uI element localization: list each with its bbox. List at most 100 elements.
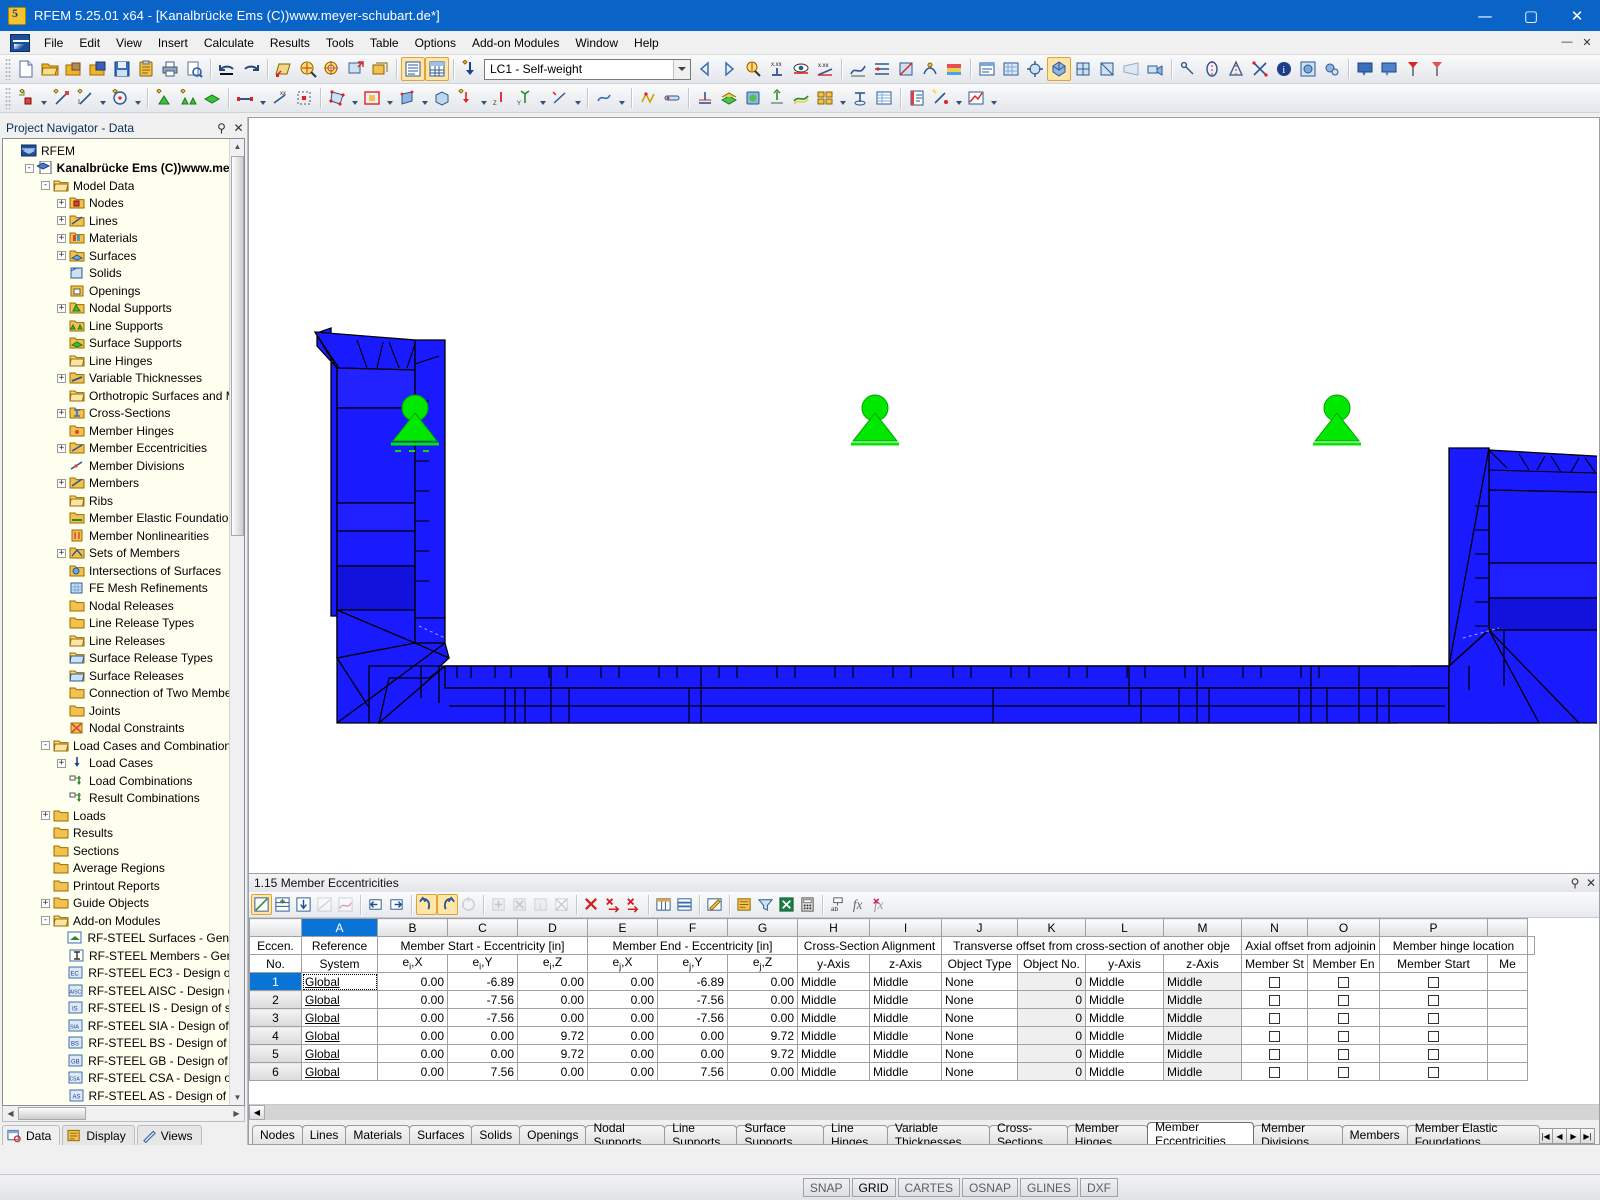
table-tab-nodes[interactable]: Nodes	[252, 1125, 303, 1144]
table-tab-surfaces[interactable]: Surfaces	[409, 1125, 473, 1144]
collapse-toggle-icon[interactable]: -	[24, 163, 34, 173]
table-function-button[interactable]: fx	[848, 894, 869, 915]
table-filter-button[interactable]	[755, 894, 776, 915]
cell-ej-x[interactable]: 0.00	[587, 1026, 658, 1045]
cell-axial-offset-start-checkbox[interactable]	[1241, 990, 1308, 1009]
tab-nav-button-3[interactable]: ▶|	[1580, 1128, 1595, 1144]
display-results-icon[interactable]	[789, 57, 813, 81]
new-solid-icon[interactable]	[395, 86, 419, 110]
cell-cs-align-y[interactable]: Middle	[797, 1026, 870, 1045]
cell-object-no[interactable]: 0	[1017, 1062, 1086, 1081]
result-section-icon[interactable]	[848, 86, 872, 110]
table-row[interactable]: 1 Global 0.00 -6.89 0.00 0.00 -6.89 0.00 Middle M…	[249, 972, 1535, 991]
cell-axial-offset-start-checkbox[interactable]	[1241, 972, 1308, 991]
reference-system-cell[interactable]: Global	[301, 1044, 378, 1063]
hscroll-thumb[interactable]	[18, 1107, 86, 1120]
cell-cs-align-y[interactable]: Middle	[797, 1008, 870, 1027]
cell-hinge-member-start-checkbox[interactable]	[1379, 1008, 1488, 1027]
tree-item-kanalbr-cke-ems-c-www-meyer[interactable]: - Kanalbrücke Ems (C))www.meyer	[7, 160, 244, 178]
cell-object-no[interactable]: 0	[1017, 1008, 1086, 1027]
column-header-E[interactable]: E	[587, 918, 658, 937]
tree-item-nodes[interactable]: + Nodes	[7, 195, 244, 213]
menu-help[interactable]: Help	[626, 33, 667, 53]
table-tab-members[interactable]: Members	[1341, 1125, 1408, 1144]
cell-ej-y[interactable]: -7.56	[657, 990, 728, 1009]
view-iso-icon[interactable]	[1047, 57, 1071, 81]
new-file-button[interactable]	[14, 57, 38, 81]
results-surface-icon[interactable]	[717, 86, 741, 110]
tree-item-rf-steel-aisc-design-of-s[interactable]: AISC RF-STEEL AISC - Design of s	[7, 982, 244, 1000]
cell-axial-offset-start-checkbox[interactable]	[1241, 1062, 1308, 1081]
table-prev-page-button[interactable]	[365, 894, 386, 915]
status-toggle-osnap[interactable]: OSNAP	[961, 1178, 1018, 1197]
tree-item-variable-thicknesses[interactable]: + Variable Thicknesses	[7, 370, 244, 388]
reference-system-cell[interactable]: Global	[301, 1026, 378, 1045]
select-object-icon[interactable]	[272, 57, 296, 81]
view-yz-icon[interactable]	[1095, 57, 1119, 81]
cell-ei-x[interactable]: 0.00	[377, 1026, 448, 1045]
table-undo-button[interactable]	[416, 894, 437, 915]
table-tab-cross-sections[interactable]: Cross-Sections	[988, 1121, 1068, 1144]
tree-item-model-data[interactable]: - Model Data	[7, 177, 244, 195]
table-tab-member-elastic-foundations[interactable]: Member Elastic Foundations	[1406, 1121, 1540, 1144]
cell-ei-y[interactable]: -6.89	[447, 972, 518, 991]
reference-system-cell[interactable]: Global	[301, 1008, 378, 1027]
cell-ei-y[interactable]: 7.56	[447, 1062, 518, 1081]
cell-overflow[interactable]	[1487, 972, 1528, 991]
new-line-support-icon[interactable]	[176, 86, 200, 110]
cell-cs-align-z[interactable]: Middle	[869, 990, 942, 1009]
column-header-N[interactable]: N	[1241, 918, 1308, 937]
expand-toggle-icon[interactable]: +	[57, 303, 66, 313]
save-button[interactable]	[110, 57, 134, 81]
new-surface-support-icon[interactable]	[200, 86, 224, 110]
open-model-button[interactable]	[86, 57, 110, 81]
new-line-dimension-icon[interactable]: I	[73, 86, 97, 110]
intersect-icon[interactable]	[1248, 57, 1272, 81]
new-node-icon[interactable]	[14, 86, 38, 110]
cell-ej-z[interactable]: 0.00	[727, 972, 798, 991]
cell-ei-x[interactable]: 0.00	[377, 1008, 448, 1027]
new-line-icon[interactable]	[49, 86, 73, 110]
tree-item-member-elastic-foundation[interactable]: Member Elastic Foundation	[7, 510, 244, 528]
cell-ej-x[interactable]: 0.00	[587, 1062, 658, 1081]
row-number-cell[interactable]: 3	[249, 1008, 302, 1027]
status-toggle-snap[interactable]: SNAP	[802, 1178, 850, 1197]
tab-nav-button-1[interactable]: ◀	[1552, 1128, 1567, 1144]
cell-object-type[interactable]: None	[941, 990, 1018, 1009]
menu-table[interactable]: Table	[362, 33, 407, 53]
column-header-L[interactable]: L	[1085, 918, 1164, 937]
column-header-A[interactable]: A	[301, 918, 378, 937]
scroll-thumb[interactable]	[231, 156, 244, 536]
show-grid-table-button[interactable]	[425, 57, 449, 81]
table-chart-button[interactable]	[335, 894, 356, 915]
cell-ei-y[interactable]: -7.56	[447, 990, 518, 1009]
zoom-selection-icon[interactable]	[344, 57, 368, 81]
chevron-down-icon[interactable]	[478, 86, 489, 110]
table-ab-button[interactable]: ab	[827, 894, 848, 915]
member-hinge-icon[interactable]	[636, 86, 660, 110]
table-delete-all-button[interactable]	[581, 894, 602, 915]
table-close-icon[interactable]: ✕	[1583, 876, 1599, 890]
table-row[interactable]: 4 Global 0.00 0.00 9.72 0.00 0.00 9.72 Middle Mid…	[249, 1026, 1535, 1045]
menu-window[interactable]: Window	[567, 33, 626, 53]
pin-marker-icon[interactable]	[1401, 57, 1425, 81]
tree-item-orthotropic-surfaces-and-m[interactable]: Orthotropic Surfaces and M	[7, 387, 244, 405]
expand-toggle-icon[interactable]: +	[57, 251, 66, 261]
tree-item-rf-steel-csa-design-of-st[interactable]: CSA RF-STEEL CSA - Design of st	[7, 1070, 244, 1088]
toolbar-grip[interactable]	[5, 87, 11, 109]
scroll-track[interactable]	[265, 1105, 1599, 1120]
cell-axial-offset-end-checkbox[interactable]	[1307, 990, 1380, 1009]
tree-item-average-regions[interactable]: Average Regions	[7, 860, 244, 878]
chevron-down-icon[interactable]	[572, 86, 583, 110]
tree-item-ribs[interactable]: Ribs	[7, 492, 244, 510]
result-diagram-icon[interactable]	[846, 57, 870, 81]
table-tab-member-hinges[interactable]: Member Hinges	[1066, 1121, 1149, 1144]
row-number-cell[interactable]: 4	[249, 1026, 302, 1045]
new-opening-icon[interactable]	[360, 86, 384, 110]
menu-file[interactable]: File	[36, 33, 71, 53]
previous-load-case-icon[interactable]	[693, 57, 717, 81]
cell-transverse-offset-z[interactable]: Middle	[1163, 1008, 1242, 1027]
tree-item-loads[interactable]: + Loads	[7, 807, 244, 825]
results-member-icon[interactable]	[693, 86, 717, 110]
cell-ej-y[interactable]: 0.00	[657, 1026, 728, 1045]
